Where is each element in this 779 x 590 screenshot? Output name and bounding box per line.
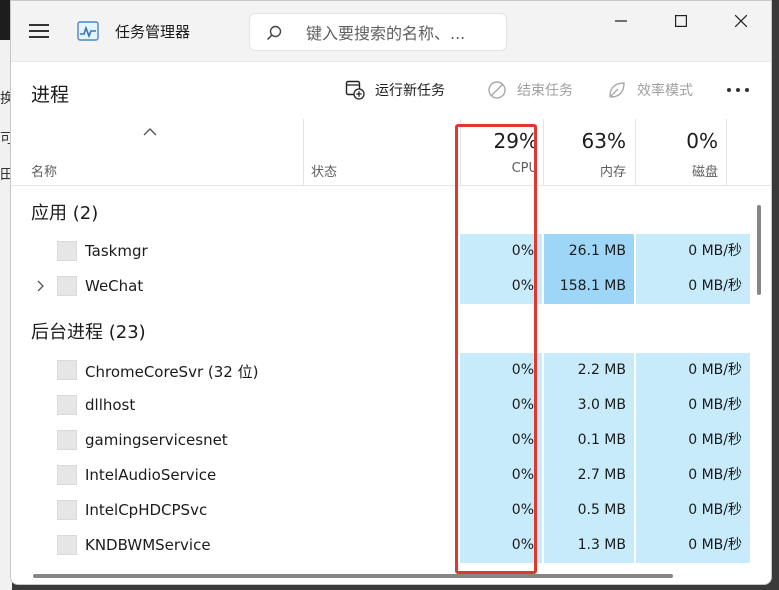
disk-cell: 0 MB/秒: [636, 234, 750, 269]
process-icon: [57, 465, 77, 485]
disk-column-label: 磁盘: [691, 165, 718, 180]
table-row[interactable]: IntelCpHDCPSvc 0% 0.5 MB 0 MB/秒: [11, 493, 751, 528]
disk-cell: 0 MB/秒: [636, 388, 750, 423]
search-box[interactable]: [249, 13, 507, 51]
table-row[interactable]: IntelAudioService 0% 2.7 MB 0 MB/秒: [11, 458, 751, 493]
title-bar: 任务管理器: [11, 1, 771, 61]
memory-cell: 2.7 MB: [544, 458, 634, 493]
memory-column-label: 内存: [599, 165, 626, 180]
process-icon: [57, 535, 77, 555]
search-input[interactable]: [304, 20, 498, 46]
sort-ascending-icon[interactable]: [143, 127, 157, 137]
search-icon: [266, 25, 282, 41]
minimize-button[interactable]: [591, 1, 651, 41]
cpu-cell: 0%: [460, 493, 542, 528]
disk-cell: 0 MB/秒: [636, 269, 750, 304]
process-name: IntelAudioService: [85, 466, 217, 484]
process-name: dllhost: [85, 396, 136, 414]
group-label: 后台进程 (23): [31, 322, 146, 343]
memory-cell: 0.1 MB: [544, 423, 634, 458]
process-icon: [57, 360, 77, 380]
disk-cell: 0 MB/秒: [636, 458, 750, 493]
column-divider: [303, 119, 304, 185]
run-new-task-icon: [345, 80, 365, 100]
memory-cell: 158.1 MB: [544, 269, 634, 304]
column-header-name[interactable]: 名称: [31, 161, 57, 180]
window-title: 任务管理器: [115, 23, 191, 41]
more-options-icon[interactable]: [727, 88, 751, 94]
cpu-column-label: CPU: [511, 161, 538, 176]
end-task-icon: [488, 81, 506, 99]
disk-cell: 0 MB/秒: [636, 423, 750, 458]
disk-total-percent: 0%: [686, 129, 718, 153]
run-new-task-label: 运行新任务: [375, 83, 445, 99]
minimize-icon: [615, 20, 627, 22]
task-manager-app-icon: [77, 21, 99, 41]
column-header-memory[interactable]: 63% 内存: [544, 119, 634, 185]
cpu-cell: 0%: [460, 458, 542, 493]
cpu-cell: 0%: [460, 234, 542, 269]
column-divider: [726, 119, 727, 185]
column-header-disk[interactable]: 0% 磁盘: [636, 119, 726, 185]
table-row[interactable]: WeChat 0% 158.1 MB 0 MB/秒: [11, 269, 751, 304]
cpu-cell: 0%: [460, 423, 542, 458]
process-name: IntelCpHDCPSvc: [85, 501, 208, 519]
memory-cell: 2.2 MB: [544, 353, 634, 388]
process-name: Taskmgr: [85, 242, 148, 260]
page-title: 进程: [31, 84, 70, 106]
column-header-status[interactable]: 状态: [311, 161, 337, 180]
process-table: 名称 状态 29% CPU 63% 内存 0% 磁盘 应用 (2) Taskmg…: [11, 119, 771, 584]
process-name: gamingservicesnet: [85, 431, 228, 449]
leaf-icon: [609, 82, 625, 98]
disk-cell: 0 MB/秒: [636, 493, 750, 528]
table-row[interactable]: Taskmgr 0% 26.1 MB 0 MB/秒: [11, 234, 751, 269]
table-row[interactable]: KNDBWMService 0% 1.3 MB 0 MB/秒: [11, 528, 751, 563]
table-row[interactable]: ChromeCoreSvr (32 位) 0% 2.2 MB 0 MB/秒: [11, 353, 751, 388]
group-label: 应用 (2): [31, 203, 99, 224]
end-task-label: 结束任务: [517, 83, 573, 99]
table-row[interactable]: gamingservicesnet 0% 0.1 MB 0 MB/秒: [11, 423, 751, 458]
process-name: ChromeCoreSvr (32 位): [85, 363, 259, 381]
end-task-button[interactable]: 结束任务: [487, 78, 573, 102]
memory-cell: 1.3 MB: [544, 528, 634, 563]
table-row[interactable]: dllhost 0% 3.0 MB 0 MB/秒: [11, 388, 751, 423]
cpu-cell: 0%: [460, 388, 542, 423]
process-icon: [57, 500, 77, 520]
table-header: 名称 状态 29% CPU 63% 内存 0% 磁盘: [11, 119, 771, 186]
disk-cell: 0 MB/秒: [636, 353, 750, 388]
chevron-right-icon[interactable]: [35, 280, 45, 292]
command-bar: 进程 运行新任务 结束任务 效率模式: [11, 61, 771, 120]
vertical-scrollbar[interactable]: [755, 195, 763, 575]
cpu-cell: 0%: [460, 528, 542, 563]
group-header-apps[interactable]: 应用 (2): [11, 193, 751, 228]
efficiency-mode-label: 效率模式: [637, 83, 693, 99]
memory-cell: 0.5 MB: [544, 493, 634, 528]
run-new-task-button[interactable]: 运行新任务: [345, 78, 445, 102]
horizontal-scrollbar-thumb[interactable]: [33, 574, 673, 578]
process-icon: [57, 276, 77, 296]
process-icon: [57, 395, 77, 415]
close-icon: [735, 15, 747, 27]
efficiency-mode-button[interactable]: 效率模式: [607, 78, 693, 102]
memory-cell: 26.1 MB: [544, 234, 634, 269]
column-header-cpu[interactable]: 29% CPU: [460, 119, 542, 185]
process-icon: [57, 241, 77, 261]
task-manager-window: 任务管理器 进程 运行新任: [10, 0, 772, 585]
horizontal-scrollbar[interactable]: [27, 571, 745, 581]
cpu-cell: 0%: [460, 269, 542, 304]
process-icon: [57, 430, 77, 450]
maximize-button[interactable]: [651, 1, 711, 41]
memory-total-percent: 63%: [581, 129, 626, 153]
cpu-cell: 0%: [460, 353, 542, 388]
process-name: KNDBWMService: [85, 536, 211, 554]
process-name: WeChat: [85, 277, 144, 295]
hamburger-menu-icon[interactable]: [29, 23, 49, 39]
cpu-total-percent: 29%: [493, 129, 538, 153]
maximize-icon: [675, 15, 687, 27]
close-button[interactable]: [711, 1, 771, 41]
group-header-background-processes[interactable]: 后台进程 (23): [11, 312, 751, 347]
disk-cell: 0 MB/秒: [636, 528, 750, 563]
vertical-scrollbar-thumb[interactable]: [757, 205, 761, 295]
memory-cell: 3.0 MB: [544, 388, 634, 423]
